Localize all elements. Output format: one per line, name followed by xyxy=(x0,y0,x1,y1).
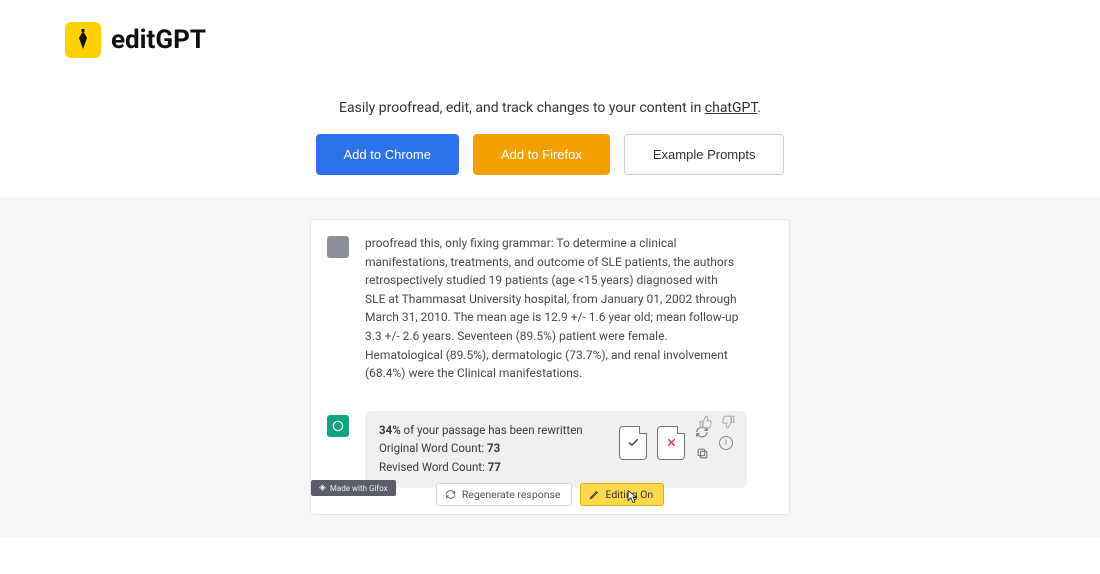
rev-label: Revised Word Count: xyxy=(379,460,488,474)
rev-val: 77 xyxy=(488,460,501,474)
openai-icon xyxy=(331,419,345,433)
badge-text: Made with Gifox xyxy=(330,484,388,493)
regenerate-label: Regenerate response xyxy=(462,488,561,501)
reject-doc-icon[interactable] xyxy=(657,426,685,460)
add-to-chrome-button[interactable]: Add to Chrome xyxy=(316,134,459,175)
logo-mark xyxy=(65,22,101,58)
thumbs-up-icon[interactable] xyxy=(699,415,713,433)
regenerate-response-button[interactable]: Regenerate response xyxy=(436,483,572,506)
add-to-firefox-button[interactable]: Add to Firefox xyxy=(473,134,610,175)
feedback-row xyxy=(699,415,735,433)
tagline-prefix: Easily proofread, edit, and track change… xyxy=(339,100,705,116)
mouse-cursor-icon xyxy=(627,490,639,507)
chat-panel: proofread this, only fixing grammar: To … xyxy=(310,219,790,515)
bot-avatar xyxy=(327,415,349,437)
pen-icon xyxy=(74,29,92,51)
pencil-icon xyxy=(589,489,600,500)
user-message-row: proofread this, only fixing grammar: To … xyxy=(311,220,789,397)
example-prompts-button[interactable]: Example Prompts xyxy=(624,134,785,175)
tagline: Easily proofread, edit, and track change… xyxy=(0,100,1100,116)
stats-box: 34% of your passage has been rewritten O… xyxy=(365,411,747,488)
editing-on-toggle[interactable]: Editing On xyxy=(580,483,665,506)
info-icon[interactable]: i xyxy=(719,436,733,450)
orig-label: Original Word Count: xyxy=(379,441,487,455)
regenerate-icon xyxy=(445,489,456,500)
brand-name: editGPT xyxy=(111,25,206,55)
thumbs-down-icon[interactable] xyxy=(721,415,735,433)
copy-icon[interactable] xyxy=(695,447,709,461)
orig-val: 73 xyxy=(487,441,500,455)
rewrite-suffix: of your passage has been rewritten xyxy=(401,423,583,437)
user-message-text: proofread this, only fixing grammar: To … xyxy=(365,234,739,383)
tagline-suffix: . xyxy=(757,100,761,116)
tagline-link[interactable]: chatGPT xyxy=(705,100,757,116)
accept-doc-icon[interactable] xyxy=(619,426,647,460)
made-with-badge: ◈ Made with Gifox xyxy=(311,480,396,496)
rewrite-percent: 34% xyxy=(379,423,401,437)
user-avatar xyxy=(327,236,349,258)
